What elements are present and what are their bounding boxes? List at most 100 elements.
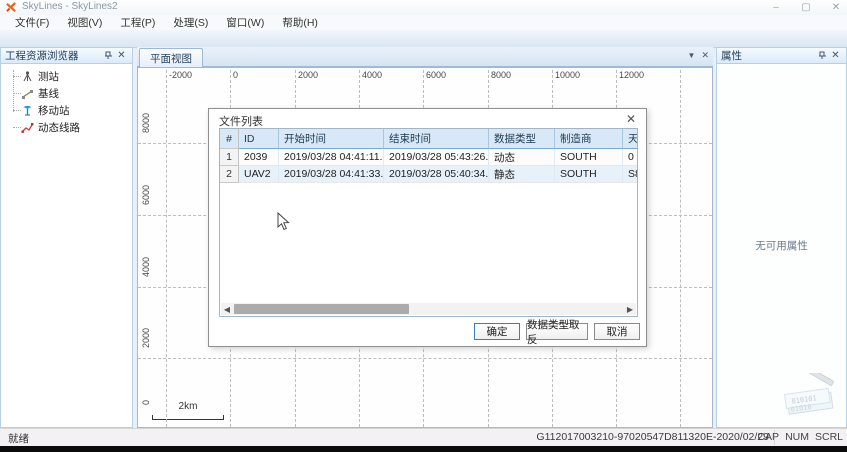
col-header-id[interactable]: ID — [239, 129, 279, 149]
dialog-close-icon[interactable]: ✕ — [624, 112, 638, 126]
pin-icon[interactable] — [816, 49, 829, 62]
tree-item-label: 基线 — [38, 86, 59, 101]
cell-end-time: 2019/03/28 05:40:34.000 — [384, 166, 489, 183]
ruler-x-label: 6000 — [426, 70, 446, 80]
scrollbar-thumb[interactable] — [234, 304, 409, 314]
close-button[interactable]: ✕ — [829, 2, 843, 13]
caps-lock-indicator: CAP — [757, 431, 779, 443]
invert-data-type-button[interactable]: 数据类型取反 — [526, 323, 588, 340]
title-bar: SkyLines - SkyLines2 – ▢ ✕ — [0, 0, 847, 16]
col-header-data-type[interactable]: 数据类型 — [489, 129, 555, 149]
menu-help[interactable]: 帮助(H) — [273, 15, 327, 30]
tree-item-station[interactable]: 测站 — [7, 68, 132, 85]
status-bar: 就绪 G112017003210-97020547D811320E-2020/0… — [0, 428, 847, 447]
tab-plan-view-label: 平面视图 — [150, 51, 192, 66]
tab-plan-view[interactable]: 平面视图 — [139, 48, 203, 68]
scale-bar: 2km — [152, 405, 224, 421]
pin-icon[interactable] — [102, 49, 115, 62]
col-header-manufacturer[interactable]: 制造商 — [555, 129, 623, 149]
horizontal-scrollbar[interactable]: ◀ ▶ — [221, 303, 636, 315]
window-title: SkyLines - SkyLines2 — [22, 1, 118, 12]
keyboard-lock-indicators: CAP NUM SCRL — [757, 431, 843, 443]
col-header-antenna[interactable]: 天 — [623, 129, 638, 149]
grid-line-vertical — [680, 70, 681, 427]
ruler-x-label: 4000 — [362, 70, 382, 80]
table-row[interactable]: 1 2039 2019/03/28 04:41:11.000 2019/03/2… — [220, 149, 638, 166]
cell-start-time: 2019/03/28 04:41:33.200 — [279, 166, 384, 183]
ruler-y-label: 0 — [141, 400, 151, 405]
menu-bar: 文件(F) 视图(V) 工程(P) 处理(S) 窗口(W) 帮助(H) — [0, 15, 847, 30]
app-logo-icon — [6, 2, 17, 13]
document-tabstrip: 平面视图 ▼ ✕ — [137, 47, 713, 67]
data-notepad-watermark-icon: 010101 01010 — [778, 373, 844, 425]
minimize-button[interactable]: – — [769, 2, 783, 13]
scroll-left-icon[interactable]: ◀ — [221, 303, 233, 315]
tree-item-rover[interactable]: 移动站 — [7, 102, 132, 119]
tab-list-dropdown-icon[interactable]: ▼ — [688, 51, 696, 60]
cell-id: 2039 — [239, 149, 279, 166]
cell-end-time: 2019/03/28 05:43:26.000 — [384, 149, 489, 166]
menu-file[interactable]: 文件(F) — [6, 15, 58, 30]
maximize-button[interactable]: ▢ — [799, 2, 813, 13]
svg-text:010101: 010101 — [791, 394, 817, 405]
scroll-lock-indicator: SCRL — [815, 431, 843, 443]
close-panel-icon[interactable]: ✕ — [829, 49, 842, 62]
menu-view[interactable]: 视图(V) — [58, 15, 111, 30]
application-window: SkyLines - SkyLines2 – ▢ ✕ 文件(F) 视图(V) 工… — [0, 0, 847, 452]
tab-close-icon[interactable]: ✕ — [701, 50, 709, 61]
col-header-end-time[interactable]: 结束时间 — [384, 129, 489, 149]
cell-data-type: 静态 — [489, 166, 555, 183]
col-header-start-time[interactable]: 开始时间 — [279, 129, 384, 149]
menu-process[interactable]: 处理(S) — [164, 15, 217, 30]
cell-antenna: 0 — [623, 149, 638, 166]
tree-item-label: 测站 — [38, 69, 59, 84]
letterbox-strip — [0, 446, 847, 452]
rover-icon — [21, 104, 34, 117]
station-icon — [21, 70, 34, 83]
ruler-x-label: 0 — [233, 70, 238, 80]
ruler-x-label: 2000 — [298, 70, 318, 80]
tree-item-baseline[interactable]: 基线 — [7, 85, 132, 102]
table-header-row: # ID 开始时间 结束时间 数据类型 制造商 天 — [220, 129, 638, 149]
ruler-x-label: 8000 — [491, 70, 511, 80]
row-number-cell[interactable]: 1 — [220, 149, 239, 166]
svg-text:01010: 01010 — [790, 403, 812, 414]
properties-panel-header: 属性 ✕ — [716, 47, 847, 64]
cancel-button[interactable]: 取消 — [594, 323, 640, 340]
grid-line-horizontal — [138, 358, 712, 359]
project-resource-tree: 测站 基线 移动站 动态线路 — [0, 64, 133, 428]
tree-item-dynamic-route[interactable]: 动态线路 — [7, 119, 132, 136]
menu-window[interactable]: 窗口(W) — [217, 15, 273, 30]
baseline-icon — [21, 87, 34, 100]
cell-id: UAV2 — [239, 166, 279, 183]
ruler-x-label: -2000 — [169, 70, 192, 80]
properties-panel-title: 属性 — [721, 48, 816, 63]
cell-start-time: 2019/03/28 04:41:11.000 — [279, 149, 384, 166]
scale-bar-line — [152, 415, 224, 420]
status-ready-text: 就绪 — [8, 431, 29, 446]
toolbar-strip — [0, 30, 847, 48]
status-serial-text: G112017003210-97020547D811320E-2020/02/2… — [536, 431, 769, 443]
ruler-y-label: 4000 — [141, 257, 151, 277]
project-resource-panel-header: 工程资源浏览器 ✕ — [0, 47, 133, 64]
ruler-y-label: 6000 — [141, 185, 151, 205]
cell-manufacturer: SOUTH — [555, 149, 623, 166]
scale-bar-label: 2km — [152, 401, 224, 412]
cell-antenna: S8 — [623, 166, 638, 183]
project-resource-panel: 工程资源浏览器 ✕ 测站 基线 移动站 — [0, 47, 133, 428]
col-header-index[interactable]: # — [220, 129, 239, 149]
grid-line-vertical — [166, 70, 167, 427]
ruler-x-label: 12000 — [619, 70, 644, 80]
file-table: # ID 开始时间 结束时间 数据类型 制造商 天 1 2039 2019/03… — [219, 128, 638, 317]
cell-manufacturer: SOUTH — [555, 166, 623, 183]
table-row[interactable]: 2 UAV2 2019/03/28 04:41:33.200 2019/03/2… — [220, 166, 638, 183]
dynamic-route-icon — [21, 121, 34, 134]
menu-project[interactable]: 工程(P) — [111, 15, 164, 30]
project-resource-panel-title: 工程资源浏览器 — [5, 48, 102, 63]
row-number-cell[interactable]: 2 — [220, 166, 239, 183]
close-panel-icon[interactable]: ✕ — [115, 49, 128, 62]
scroll-right-icon[interactable]: ▶ — [624, 303, 636, 315]
properties-panel: 属性 ✕ 无可用属性 010101 01010 — [716, 47, 847, 428]
cell-data-type: 动态 — [489, 149, 555, 166]
ok-button[interactable]: 确定 — [474, 323, 520, 340]
